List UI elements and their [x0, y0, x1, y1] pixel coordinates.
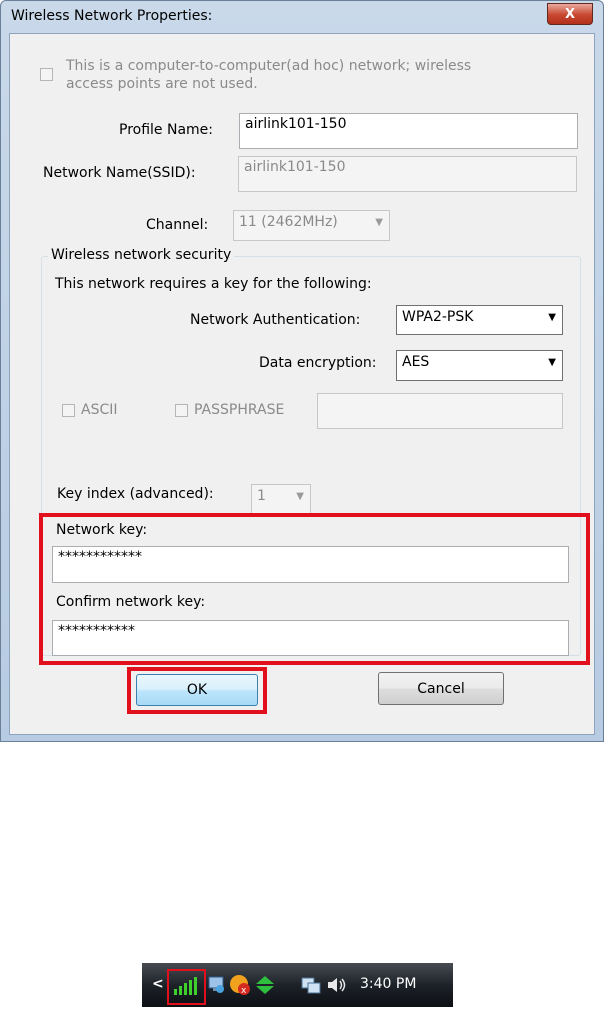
title-bar[interactable]: Wireless Network Properties: X	[1, 1, 603, 33]
network-connection-icon[interactable]	[300, 975, 322, 997]
window-title: Wireless Network Properties:	[11, 8, 213, 24]
profile-name-input[interactable]: airlink101-150	[239, 113, 578, 149]
requires-key-text: This network requires a key for the foll…	[55, 276, 372, 292]
signal-icon-highlight	[167, 969, 206, 1005]
clock[interactable]: 3:40 PM	[360, 976, 416, 992]
key-index-label: Key index (advanced):	[57, 486, 214, 502]
passphrase-checkbox[interactable]	[175, 404, 188, 417]
network-monitor-icon[interactable]	[208, 975, 226, 995]
key-index-value: 1	[257, 488, 266, 504]
chevron-down-icon: ▼	[375, 217, 383, 228]
close-button[interactable]: X	[547, 3, 593, 25]
dialog-body: This is a computer-to-computer(ad hoc) n…	[9, 33, 595, 735]
adhoc-label-line1: This is a computer-to-computer(ad hoc) n…	[66, 58, 472, 74]
channel-select[interactable]: 11 (2462MHz) ▼	[233, 210, 390, 241]
passphrase-input[interactable]	[317, 393, 563, 429]
chevron-down-icon: ▼	[548, 357, 556, 368]
ascii-label: ASCII	[81, 402, 118, 418]
key-index-select[interactable]: 1 ▼	[251, 484, 311, 514]
adhoc-label-line2: access points are not used.	[66, 76, 258, 92]
close-icon: X	[564, 6, 576, 22]
chevron-down-icon: ▼	[296, 491, 304, 502]
tray-expand-chevron-icon[interactable]: <	[152, 976, 164, 992]
encryption-label: Data encryption:	[259, 355, 377, 371]
auth-value: WPA2-PSK	[402, 309, 474, 325]
encryption-value: AES	[402, 354, 430, 370]
taskbar-tray: < x 3:40 PM	[142, 963, 453, 1007]
auth-select[interactable]: WPA2-PSK ▼	[396, 305, 563, 335]
ascii-checkbox[interactable]	[62, 404, 75, 417]
key-fields-highlight	[39, 513, 590, 665]
wireless-properties-window: Wireless Network Properties: X This is a…	[0, 0, 604, 742]
security-group-title: Wireless network security	[48, 247, 235, 263]
ok-button-highlight	[127, 667, 267, 714]
encryption-select[interactable]: AES ▼	[396, 350, 563, 381]
channel-label: Channel:	[146, 217, 209, 233]
auth-label: Network Authentication:	[190, 312, 361, 328]
sync-arrows-icon[interactable]	[254, 975, 276, 995]
ssid-label: Network Name(SSID):	[43, 165, 196, 181]
ssid-input[interactable]: airlink101-150	[238, 156, 577, 192]
chevron-down-icon: ▼	[548, 312, 556, 323]
security-alert-icon[interactable]: x	[229, 974, 251, 996]
svg-text:x: x	[241, 986, 247, 996]
adhoc-checkbox[interactable]	[40, 68, 53, 81]
profile-name-label: Profile Name:	[119, 122, 214, 138]
cancel-button-label: Cancel	[417, 680, 465, 697]
passphrase-label: PASSPHRASE	[194, 402, 285, 418]
volume-icon[interactable]	[326, 975, 348, 995]
channel-value: 11 (2462MHz)	[239, 214, 338, 230]
cancel-button[interactable]: Cancel	[378, 672, 504, 705]
